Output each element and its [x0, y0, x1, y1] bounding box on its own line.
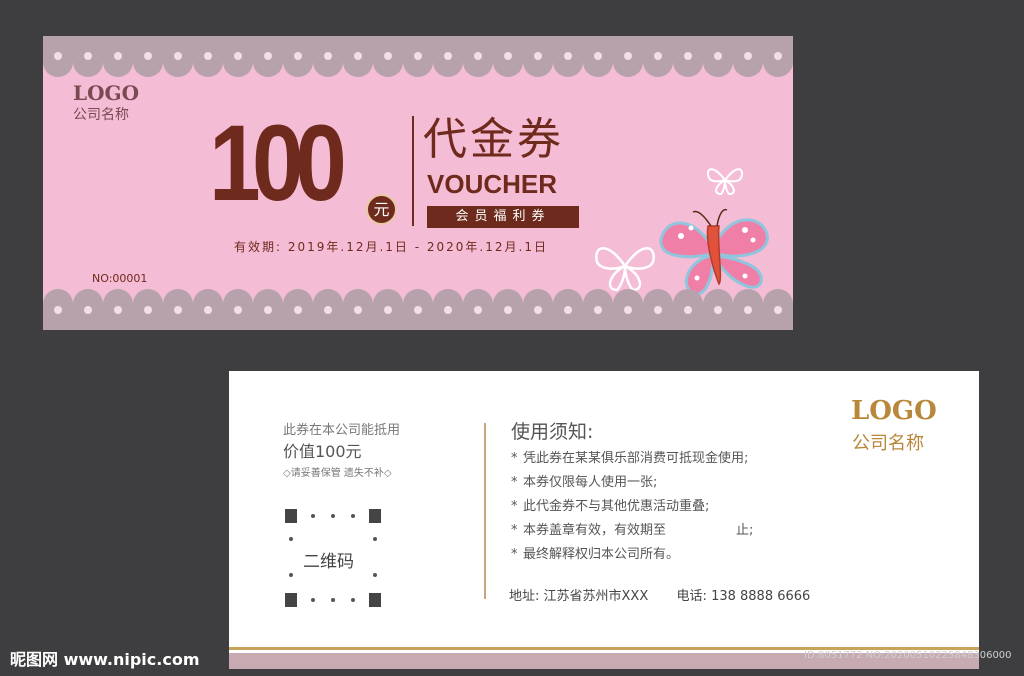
- front-logo: LOGO: [73, 81, 139, 105]
- redeem-note: 此券在本公司能抵用: [283, 423, 401, 438]
- qr-dot: [331, 598, 335, 602]
- member-badge: 会员福利券: [427, 206, 579, 228]
- qr-corner: [369, 593, 381, 607]
- usage-rules-title: 使用须知:: [511, 421, 594, 443]
- qr-dot: [351, 514, 355, 518]
- phone-label: 电话:: [676, 589, 707, 604]
- voucher-front: LOGO 公司名称 100 元 代金券 VOUCHER 会员福利券 有效期: 2…: [43, 36, 793, 330]
- rule-item: * 最终解释权归本公司所有。: [511, 543, 753, 567]
- rule-item: * 此代金券不与其他优惠活动重叠;: [511, 495, 753, 519]
- qr-dot: [289, 573, 293, 577]
- qr-dot: [311, 598, 315, 602]
- voucher-title-cn: 代金券: [423, 114, 564, 165]
- lace-border-bottom: [43, 289, 793, 330]
- qr-code-label: 二维码: [303, 552, 354, 572]
- voucher-back: 此券在本公司能抵用 价值100元 ◇请妥善保管 遗失不补◇ 二维码 使用须知: …: [229, 371, 979, 669]
- star-bullet-icon: *: [511, 475, 518, 490]
- value-note: 价值100元: [283, 442, 362, 461]
- qr-dot: [373, 573, 377, 577]
- back-logo: LOGO: [851, 396, 937, 426]
- image-id-watermark: ID:8051772 NO:20200510225848306000: [804, 650, 1012, 661]
- rule-item: * 凭此券在某某俱乐部消费可抵现金使用;: [511, 447, 753, 471]
- qr-dot: [331, 514, 335, 518]
- qr-dot: [351, 598, 355, 602]
- front-company-name: 公司名称: [73, 107, 129, 123]
- keep-safe-note: ◇请妥善保管 遗失不补◇: [283, 468, 392, 479]
- lace-border-top: [43, 36, 793, 77]
- qr-corner: [285, 509, 297, 523]
- title-divider: [412, 116, 414, 226]
- voucher-title-en: VOUCHER: [427, 169, 558, 199]
- qr-dot: [289, 537, 293, 541]
- voucher-amount: 100: [209, 102, 347, 223]
- qr-corner: [369, 509, 381, 523]
- rule-item: * 本券仅限每人使用一张;: [511, 471, 753, 495]
- star-bullet-icon: *: [511, 451, 518, 466]
- serial-number: NO:00001: [92, 272, 148, 285]
- star-bullet-icon: *: [511, 523, 518, 538]
- site-watermark: 昵图网 www.nipic.com: [10, 650, 200, 669]
- qr-dot: [373, 537, 377, 541]
- star-bullet-icon: *: [511, 547, 518, 562]
- qr-corner: [285, 593, 297, 607]
- address-label: 地址:: [509, 589, 540, 604]
- qr-dot: [311, 514, 315, 518]
- validity-period: 有效期: 2019年.12月.1日 - 2020年.12月.1日: [234, 240, 548, 254]
- currency-badge: 元: [366, 194, 397, 225]
- contact-info: 地址: 江苏省苏州市XXX 电话: 138 8888 6666: [509, 585, 810, 604]
- qr-code-placeholder: 二维码: [285, 509, 381, 607]
- star-bullet-icon: *: [511, 499, 518, 514]
- address-value: 江苏省苏州市XXX: [543, 589, 649, 604]
- rule-item: * 本券盖章有效，有效期至 止;: [511, 519, 753, 543]
- back-company-name: 公司名称: [852, 433, 924, 454]
- phone-value: 138 8888 6666: [711, 589, 811, 604]
- usage-rules-list: * 凭此券在某某俱乐部消费可抵现金使用; * 本券仅限每人使用一张; * 此代金券不与…: [511, 447, 753, 567]
- outline-butterfly-icon: [707, 168, 743, 196]
- back-divider: [484, 423, 486, 599]
